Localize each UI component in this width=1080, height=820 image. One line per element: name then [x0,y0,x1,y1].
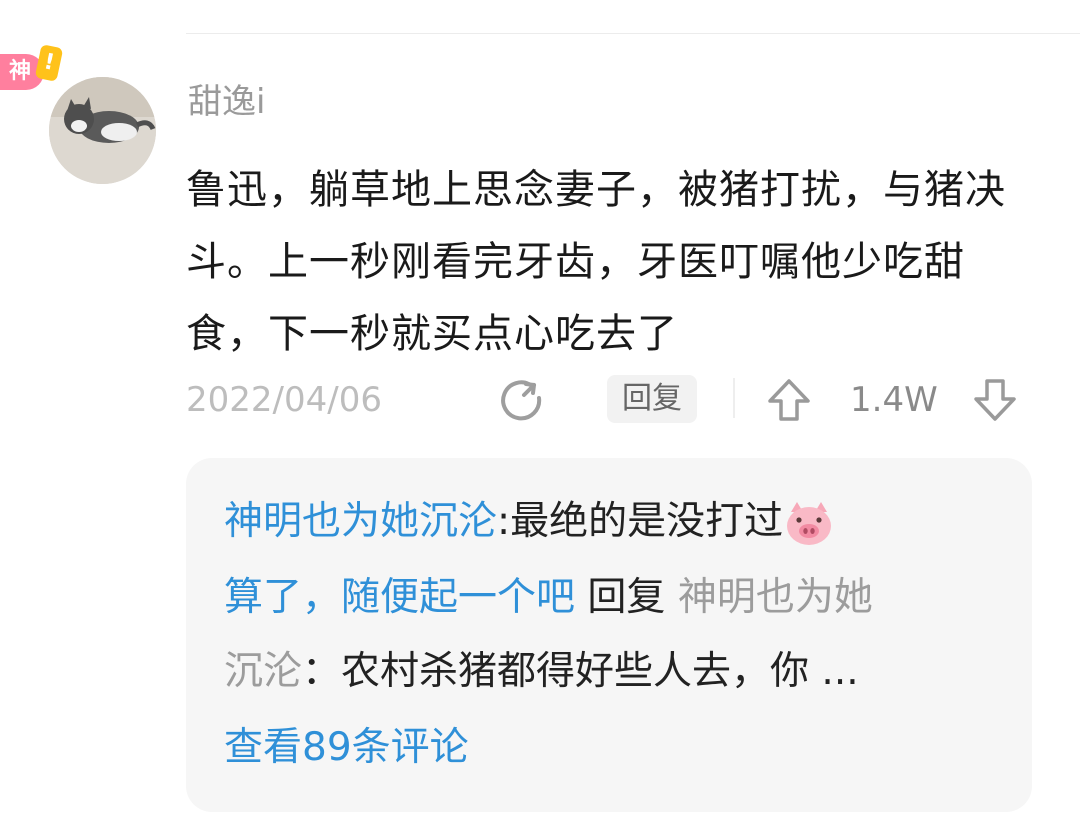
god-comment-badge: 神 ! [0,44,64,94]
vote-count: 1.4W [850,380,938,420]
reply-separator: ： [302,649,342,694]
pig-face-emoji-icon [785,501,833,546]
comment-username[interactable]: 甜逸i [188,80,265,124]
reply-item-2-continued[interactable]: 沉沦：农村杀猪都得好些人去，你 ... [224,644,859,700]
downvote-arrow-icon [974,379,1016,421]
reply-target-user-cont[interactable]: 沉沦 [224,649,302,694]
reply-target-user[interactable]: 神明也为她 [678,575,873,620]
upvote-arrow-icon [768,379,810,421]
reply-author[interactable]: 神明也为她沉沦 [224,499,497,544]
upvote-button[interactable] [766,376,812,424]
share-icon [501,380,542,421]
comment-text: 鲁迅，躺草地上思念妻子，被猪打扰，与猪决斗。上一秒刚看完牙齿，牙医叮嘱他少吃甜食… [186,167,1006,357]
reply-author[interactable]: 算了，随便起一个吧 [224,575,575,620]
reply-text: 最绝的是没打过 [510,499,784,544]
replies-box: 神明也为她沉沦:最绝的是没打过 算了，随便起一个吧 回复 神明也为她 沉沦：农村… [186,458,1032,812]
avatar[interactable] [49,77,156,184]
downvote-button[interactable] [972,376,1018,424]
view-more-comments-link[interactable]: 查看89条评论 [224,720,469,776]
reply-separator: : [497,499,511,544]
god-badge-mark: ! [34,44,64,82]
reply-text: 农村杀猪都得好些人去，你 ... [341,649,859,694]
top-divider [186,33,1080,34]
reply-item-2[interactable]: 算了，随便起一个吧 回复 神明也为她 [224,570,873,626]
reply-word: 回复 [587,575,666,620]
comment-date: 2022/04/06 [186,380,382,420]
share-button[interactable] [498,376,546,424]
cat-avatar-icon [49,77,156,184]
reply-button[interactable]: 回复 [607,375,697,423]
reply-item-1[interactable]: 神明也为她沉沦:最绝的是没打过 [224,494,833,550]
action-separator [733,378,735,418]
